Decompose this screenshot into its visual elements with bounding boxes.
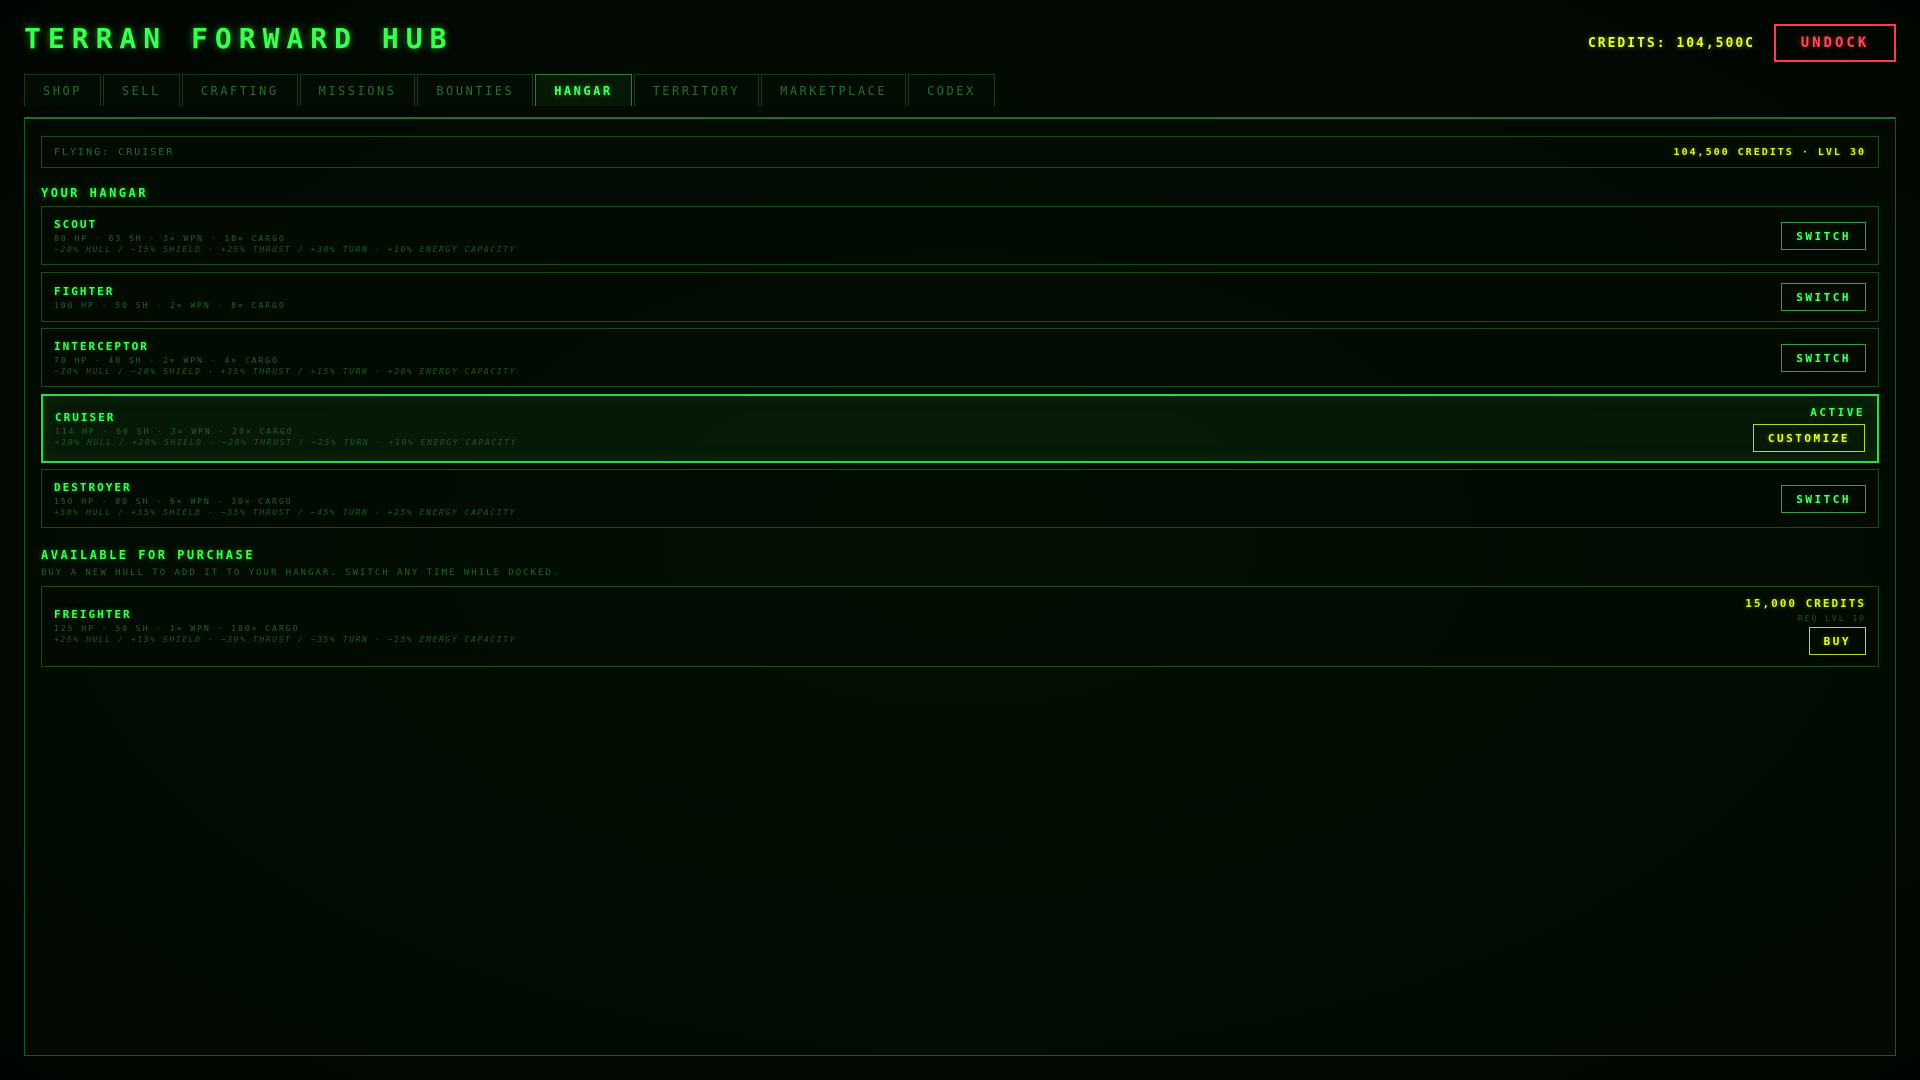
- your-hangar-heading: YOUR HANGAR: [41, 186, 148, 200]
- credits-level-summary: 104,500 CREDITS · LVL 30: [1673, 146, 1866, 158]
- tab-crafting[interactable]: CRAFTING: [181, 74, 298, 106]
- credits-readout: CREDITS: 104,500C: [1587, 36, 1755, 51]
- switch-button[interactable]: SWITCH: [1781, 283, 1866, 311]
- undock-button[interactable]: UNDOCK: [1774, 24, 1896, 62]
- tab-sell[interactable]: SELL: [102, 74, 180, 106]
- ship-modifiers: −30% HULL / −20% SHIELD · +35% THRUST / …: [54, 367, 516, 376]
- hangar-panel: FLYING: CRUISER 104,500 CREDITS · LVL 30…: [24, 117, 1896, 1056]
- ship-name: FIGHTER: [54, 285, 115, 298]
- station-title: TERRAN FORWARD HUB: [24, 22, 454, 55]
- ship-stats: 80 HP · 63 SH · 3× WPN · 18× CARGO: [54, 234, 286, 243]
- ship-modifiers: +50% HULL / +35% SHIELD · −35% THRUST / …: [54, 508, 516, 517]
- ship-stats: 150 HP · 80 SH · 6× WPN · 30× CARGO: [54, 497, 293, 506]
- flying-ship-label: FLYING: CRUISER: [54, 146, 175, 158]
- ship-name: SCOUT: [54, 218, 98, 231]
- tab-missions[interactable]: MISSIONS: [299, 74, 416, 106]
- switch-button[interactable]: SWITCH: [1781, 222, 1866, 250]
- ship-stats: 125 HP · 50 SH · 1× WPN · 100× CARGO: [54, 624, 300, 633]
- ship-name: CRUISER: [55, 411, 116, 424]
- tab-bounties[interactable]: BOUNTIES: [417, 74, 534, 106]
- tab-hangar[interactable]: HANGAR: [535, 74, 632, 106]
- ship-name: FREIGHTER: [54, 608, 132, 621]
- ship-modifiers: +25% HULL / +15% SHIELD · −30% THRUST / …: [54, 635, 516, 644]
- ship-modifiers: −20% HULL / −15% SHIELD · +25% THRUST / …: [54, 245, 516, 254]
- tab-territory[interactable]: TERRITORY: [633, 74, 760, 106]
- level-requirement: REQ LVL 10: [1797, 614, 1866, 623]
- ship-row-freighter: FREIGHTER 125 HP · 50 SH · 1× WPN · 100×…: [41, 586, 1879, 667]
- ship-row-fighter: FIGHTER 100 HP · 50 SH · 2× WPN · 8× CAR…: [41, 272, 1879, 322]
- ship-name: INTERCEPTOR: [54, 340, 149, 353]
- ship-stats: 100 HP · 50 SH · 2× WPN · 8× CARGO: [54, 301, 286, 310]
- customize-button[interactable]: CUSTOMIZE: [1752, 424, 1865, 452]
- available-for-purchase-heading: AVAILABLE FOR PURCHASE: [41, 548, 255, 562]
- ship-stats: 70 HP · 40 SH · 2× WPN · 4× CARGO: [54, 356, 279, 365]
- tab-bar: SHOP SELL CRAFTING MISSIONS BOUNTIES HAN…: [24, 74, 995, 106]
- ship-row-destroyer: DESTROYER 150 HP · 80 SH · 6× WPN · 30× …: [41, 469, 1879, 528]
- tab-marketplace[interactable]: MARKETPLACE: [761, 74, 907, 106]
- switch-button[interactable]: SWITCH: [1781, 344, 1866, 372]
- ship-row-interceptor: INTERCEPTOR 70 HP · 40 SH · 2× WPN · 4× …: [41, 328, 1879, 387]
- ship-stats: 114 HP · 60 SH · 3× WPN · 20× CARGO: [55, 427, 294, 436]
- purchase-subtitle: BUY A NEW HULL TO ADD IT TO YOUR HANGAR.…: [41, 568, 561, 578]
- ship-price: 15,000 CREDITS: [1745, 597, 1866, 610]
- ship-name: DESTROYER: [54, 481, 132, 494]
- ship-row-scout: SCOUT 80 HP · 63 SH · 3× WPN · 18× CARGO…: [41, 206, 1879, 265]
- active-status-badge: ACTIVE: [1810, 406, 1865, 419]
- ship-row-cruiser: CRUISER 114 HP · 60 SH · 3× WPN · 20× CA…: [41, 394, 1879, 463]
- buy-button[interactable]: BUY: [1808, 627, 1866, 655]
- tab-shop[interactable]: SHOP: [24, 74, 101, 106]
- tab-codex[interactable]: CODEX: [908, 74, 995, 106]
- status-bar: FLYING: CRUISER 104,500 CREDITS · LVL 30: [41, 136, 1879, 168]
- switch-button[interactable]: SWITCH: [1781, 485, 1866, 513]
- ship-modifiers: +10% HULL / +20% SHIELD · −20% THRUST / …: [55, 438, 517, 447]
